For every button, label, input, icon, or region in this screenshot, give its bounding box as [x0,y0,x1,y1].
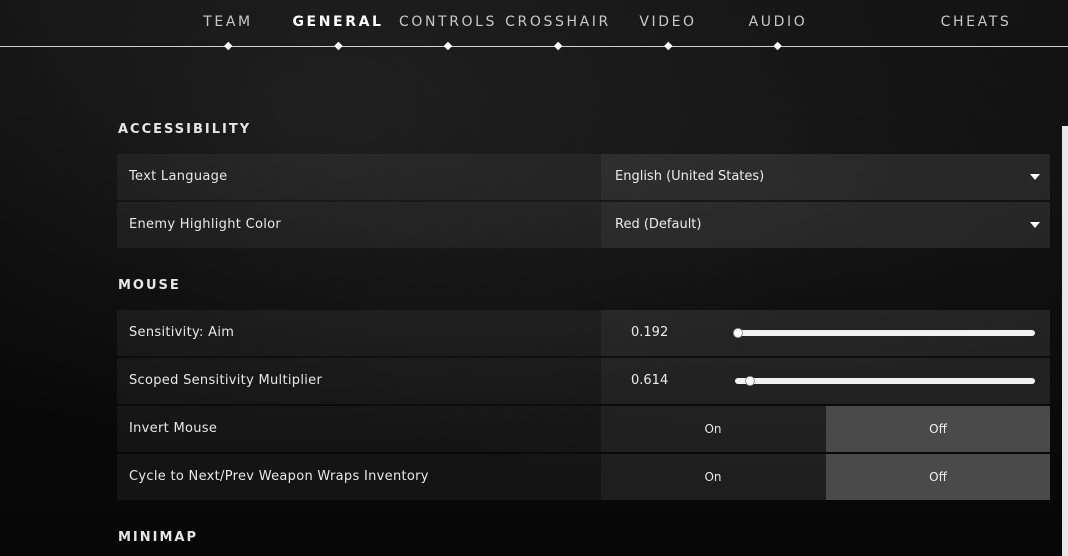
tab-label: CHEATS [940,14,1012,30]
tab-controls[interactable]: CONTROLS [398,14,498,51]
cycle-weapon-toggle: On Off [601,454,1050,500]
tab-indicator-icon [223,41,233,51]
sensitivity-aim-slider[interactable] [733,328,1035,338]
tab-crosshair[interactable]: CROSSHAIR [505,14,611,51]
tab-label: GENERAL [292,14,384,30]
scoped-sensitivity-control: 0.614 [601,358,1050,404]
setting-label: Cycle to Next/Prev Weapon Wraps Inventor… [129,469,429,484]
sensitivity-aim-control: 0.192 [601,310,1050,356]
caret-down-icon [1030,174,1040,180]
setting-row-scoped-sensitivity: Scoped Sensitivity Multiplier 0.614 [117,358,1050,404]
tab-indicator-icon [773,41,783,51]
setting-label: Text Language [129,169,228,184]
tab-label: CONTROLS [398,14,498,30]
tab-team[interactable]: TEAM [203,14,253,51]
sensitivity-aim-value: 0.192 [631,325,669,340]
tab-label: VIDEO [639,14,697,30]
tab-cheats[interactable]: CHEATS [941,14,1012,48]
tab-video[interactable]: VIDEO [639,14,697,51]
tab-label: AUDIO [748,14,808,30]
settings-screen: TEAM GENERAL CONTROLS CROSSHAIR VIDEO AU… [0,0,1068,556]
cycle-weapon-on-button[interactable]: On [601,454,825,500]
top-nav: TEAM GENERAL CONTROLS CROSSHAIR VIDEO AU… [0,0,1068,51]
dropdown-value: English (United States) [615,169,765,184]
scoped-sensitivity-value: 0.614 [631,373,669,388]
cycle-weapon-off-button[interactable]: Off [826,454,1050,500]
tab-label: TEAM [203,14,253,30]
enemy-highlight-color-dropdown[interactable]: Red (Default) [601,202,1050,248]
tab-general[interactable]: GENERAL [292,14,384,51]
setting-label: Scoped Sensitivity Multiplier [129,373,323,388]
invert-mouse-toggle: On Off [601,406,1050,452]
slider-thumb[interactable] [744,376,755,386]
setting-row-invert-mouse: Invert Mouse On Off [117,406,1050,452]
invert-mouse-off-button[interactable]: Off [826,406,1050,452]
dropdown-value: Red (Default) [615,217,702,232]
section-title-minimap: MINIMAP [118,530,199,545]
setting-row-sensitivity-aim: Sensitivity: Aim 0.192 [117,310,1050,356]
setting-row-cycle-weapon-wraps: Cycle to Next/Prev Weapon Wraps Inventor… [117,454,1050,500]
caret-down-icon [1030,222,1040,228]
tab-label: CROSSHAIR [505,14,611,30]
slider-thumb[interactable] [733,328,743,338]
setting-row-enemy-highlight-color: Enemy Highlight Color Red (Default) [117,202,1050,248]
tab-audio[interactable]: AUDIO [748,14,808,51]
setting-row-text-language: Text Language English (United States) [117,154,1050,200]
scrollbar[interactable] [1062,126,1068,556]
setting-label: Enemy Highlight Color [129,217,282,232]
tab-indicator-icon [443,41,453,51]
scoped-sensitivity-slider[interactable] [735,376,1035,386]
tab-indicator-icon [333,41,343,51]
section-title-accessibility: ACCESSIBILITY [118,122,252,137]
section-title-mouse: MOUSE [118,278,181,293]
setting-label: Sensitivity: Aim [129,325,235,340]
invert-mouse-on-button[interactable]: On [601,406,825,452]
tab-indicator-icon [553,41,563,51]
setting-label: Invert Mouse [129,421,218,436]
text-language-dropdown[interactable]: English (United States) [601,154,1050,200]
tab-indicator-icon [663,41,673,51]
